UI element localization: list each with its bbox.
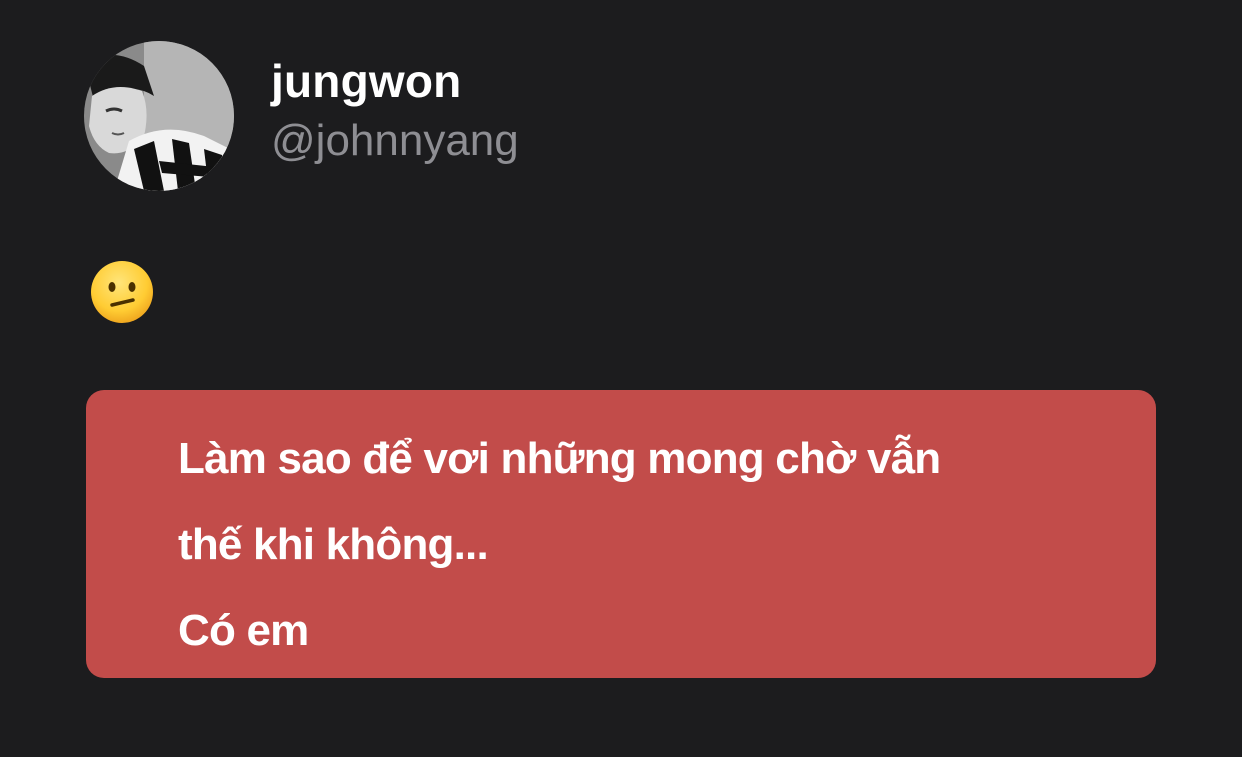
user-handle[interactable]: @johnnyang	[271, 113, 519, 169]
display-name[interactable]: jungwon	[271, 53, 519, 109]
confused-face-icon	[90, 260, 154, 324]
profile-header: jungwon @johnnyang	[84, 41, 519, 191]
avatar-photo-icon	[84, 41, 234, 191]
lyric-line: Làm sao để vơi những mong chờ vẫn	[178, 434, 941, 483]
confused-face-emoji-icon	[91, 261, 153, 323]
avatar[interactable]	[84, 41, 234, 191]
lyrics-text: Làm sao để vơi những mong chờ vẫn thế kh…	[178, 416, 1096, 674]
lyric-line: thế khi không...	[178, 520, 489, 569]
lyric-line: Có em	[178, 606, 309, 655]
lyrics-card[interactable]: Làm sao để vơi những mong chờ vẫn thế kh…	[86, 390, 1156, 678]
profile-names: jungwon @johnnyang	[271, 53, 519, 169]
